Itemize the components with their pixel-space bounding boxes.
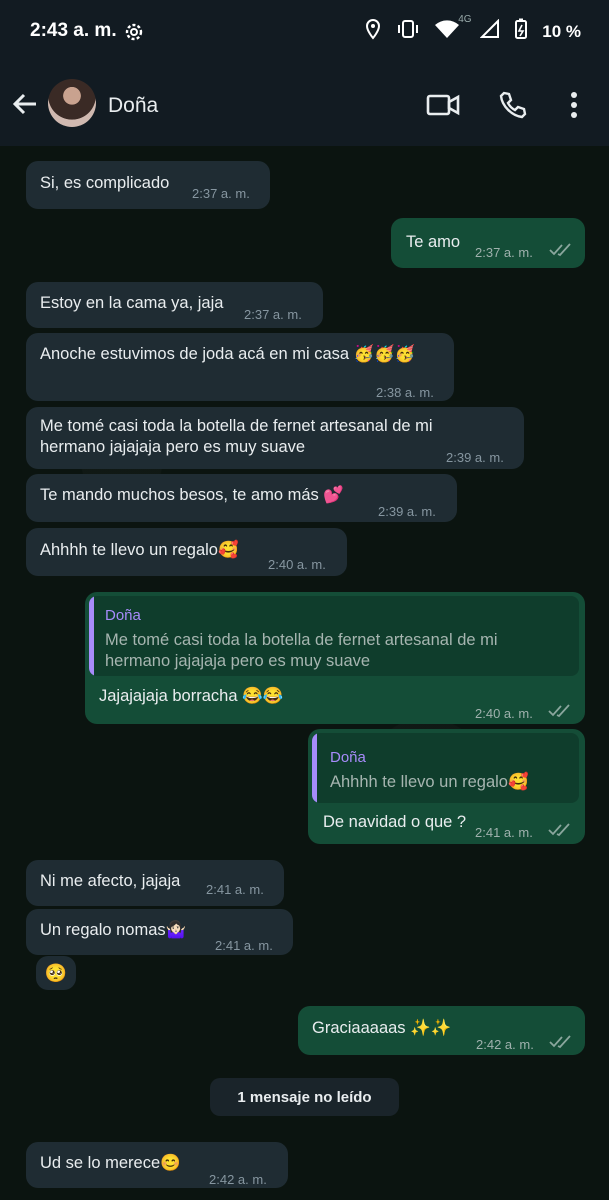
message-bubble-incoming[interactable]: Si, es complicado 2:37 a. m. xyxy=(26,161,270,209)
quote-accent-bar xyxy=(89,596,94,676)
message-time: 2:37 a. m. xyxy=(244,307,302,322)
quote-text-line: Me tomé casi toda la botella de fernet a… xyxy=(105,631,498,649)
chat-header: Doña xyxy=(0,64,609,146)
signal-icon xyxy=(479,18,500,44)
vibrate-icon xyxy=(396,18,420,45)
message-time: 2:37 a. m. xyxy=(192,186,250,201)
message-time: 2:41 a. m. xyxy=(475,825,533,840)
avatar[interactable] xyxy=(48,79,96,127)
battery-icon xyxy=(514,18,528,45)
message-text: Si, es complicado xyxy=(40,174,170,192)
message-text: Anoche estuvimos de joda acá en mi casa … xyxy=(40,345,416,363)
read-ticks-icon xyxy=(549,1034,573,1055)
message-text: De navidad o que ? xyxy=(323,813,467,831)
message-text: Ahhhh te llevo un regalo🥰 xyxy=(40,541,239,559)
message-text: Ni me afecto, jajaja xyxy=(40,872,181,890)
video-call-icon[interactable] xyxy=(426,90,460,125)
battery-percent: 10 % xyxy=(542,21,581,41)
message-bubble-incoming[interactable]: Estoy en la cama ya, jaja 2:37 a. m. xyxy=(26,282,323,328)
settings-gear-icon xyxy=(122,20,146,49)
message-time: 2:42 a. m. xyxy=(209,1172,267,1187)
unread-messages-divider: 1 mensaje no leído xyxy=(210,1078,399,1116)
message-time: 2:42 a. m. xyxy=(476,1037,534,1052)
message-reaction[interactable]: 🥺 xyxy=(36,956,76,990)
message-text: Te amo xyxy=(406,233,461,251)
quoted-message[interactable]: Doña Ahhhh te llevo un regalo🥰 xyxy=(312,733,579,803)
status-time: 2:43 a. m. xyxy=(30,20,117,41)
message-bubble-outgoing[interactable]: Graciaaaaas ✨✨ 2:42 a. m. xyxy=(298,1006,585,1055)
message-text: Estoy en la cama ya, jaja xyxy=(40,294,224,312)
message-bubble-incoming[interactable]: Ni me afecto, jajaja 2:41 a. m. xyxy=(26,860,284,906)
message-text: Graciaaaaas ✨✨ xyxy=(312,1019,452,1037)
quote-text: Ahhhh te llevo un regalo🥰 xyxy=(330,773,529,791)
message-time: 2:40 a. m. xyxy=(268,557,326,572)
message-time: 2:40 a. m. xyxy=(475,706,533,721)
message-bubble-incoming[interactable]: Ahhhh te llevo un regalo🥰 2:40 a. m. xyxy=(26,528,347,576)
back-arrow-icon[interactable] xyxy=(10,88,42,120)
status-icons: 4G 10 % xyxy=(364,14,581,45)
message-bubble-outgoing[interactable]: Te amo 2:37 a. m. xyxy=(391,218,585,268)
location-icon xyxy=(364,18,382,45)
message-time: 2:37 a. m. xyxy=(475,245,533,260)
read-ticks-icon xyxy=(548,822,572,843)
more-vert-icon[interactable] xyxy=(566,90,582,125)
message-bubble-outgoing[interactable]: Doña Ahhhh te llevo un regalo🥰 De navida… xyxy=(308,729,585,844)
quote-text-line: hermano jajajaja pero es muy suave xyxy=(105,652,371,670)
wifi-icon: 4G xyxy=(434,14,472,45)
message-time: 2:41 a. m. xyxy=(215,938,273,953)
read-ticks-icon xyxy=(548,703,572,724)
message-text: Ud se lo merece😊 xyxy=(40,1154,181,1172)
message-time: 2:39 a. m. xyxy=(446,450,504,465)
message-text: Un regalo nomas🤷🏻‍♀️ xyxy=(40,921,187,939)
quote-author: Doña xyxy=(105,607,141,624)
message-time: 2:41 a. m. xyxy=(206,882,264,897)
quote-author: Doña xyxy=(330,749,366,766)
message-time: 2:38 a. m. xyxy=(376,385,434,400)
message-bubble-outgoing[interactable]: Doña Me tomé casi toda la botella de fer… xyxy=(85,592,585,724)
message-bubble-incoming[interactable]: Te mando muchos besos, te amo más 💕 2:39… xyxy=(26,474,457,522)
message-bubble-incoming[interactable]: Un regalo nomas🤷🏻‍♀️ 2:41 a. m. xyxy=(26,909,293,955)
message-text-line: Me tomé casi toda la botella de fernet a… xyxy=(40,417,433,435)
message-bubble-incoming[interactable]: Ud se lo merece😊 2:42 a. m. xyxy=(26,1142,288,1188)
message-text-line: hermano jajajaja pero es muy suave xyxy=(40,438,306,456)
read-ticks-icon xyxy=(549,242,573,263)
network-type-label: 4G xyxy=(458,14,472,25)
status-bar: 2:43 a. m. 4G 10 % xyxy=(0,0,609,64)
quote-accent-bar xyxy=(312,733,317,803)
message-text: Jajajajaja borracha 😂😂 xyxy=(99,687,284,705)
message-time: 2:39 a. m. xyxy=(378,504,436,519)
message-bubble-incoming[interactable]: Anoche estuvimos de joda acá en mi casa … xyxy=(26,333,454,401)
message-text: Te mando muchos besos, te amo más 💕 xyxy=(40,486,344,504)
message-bubble-incoming[interactable]: Me tomé casi toda la botella de fernet a… xyxy=(26,407,524,469)
quoted-message[interactable]: Doña Me tomé casi toda la botella de fer… xyxy=(89,596,579,676)
contact-name[interactable]: Doña xyxy=(108,94,158,118)
phone-icon[interactable] xyxy=(498,90,528,125)
